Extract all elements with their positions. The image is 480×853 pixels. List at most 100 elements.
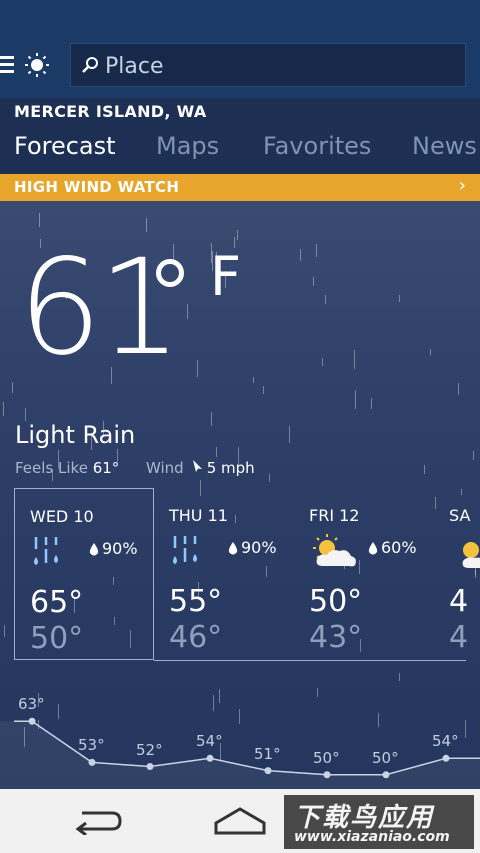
drop-icon (228, 541, 238, 554)
temperature-point-label: 54° (196, 732, 223, 751)
temperature-area (0, 721, 480, 789)
rain-streak (197, 360, 198, 377)
rain-streak (325, 295, 326, 304)
sun-icon[interactable] (24, 52, 50, 78)
temperature-point (264, 767, 272, 775)
menu-icon[interactable] (0, 56, 14, 74)
precip-chance: 90% (89, 539, 138, 558)
current-condition: Light Rain (15, 421, 136, 449)
high-temp: 65° (30, 585, 84, 620)
day-name: FRI 12 (309, 506, 360, 525)
rain-streak (25, 408, 26, 421)
hourly-temperature-graph: 63° 53° 52° 54° 51° 50° 50° 54° (0, 673, 480, 789)
low-temp: 43° (309, 620, 363, 655)
tab-bar: Forecast Maps Favorites News (14, 132, 480, 168)
tab-favorites[interactable]: Favorites (263, 132, 371, 160)
precip-chance: 60% (368, 538, 417, 557)
tab-maps[interactable]: Maps (156, 132, 219, 160)
rain-streak (354, 350, 355, 369)
day-name: THU 11 (169, 506, 228, 525)
alert-text: HIGH WIND WATCH (14, 178, 180, 196)
rain-streak (300, 249, 301, 261)
day-name: SA (449, 506, 471, 525)
daily-forecast: WED 10 90% 65° 50° THU 11 90% 55° 46° FR… (14, 488, 480, 663)
low-temp: 4 (449, 620, 469, 655)
temperature-point (323, 771, 331, 779)
temperature-point-label: 51° (254, 744, 281, 763)
forecast-panel: 61 F Light Rain Feels Like 61° Wind 5 mph… (0, 201, 480, 789)
rain-streak (12, 382, 13, 393)
temperature-point (28, 717, 36, 725)
temperature-line-chart (0, 717, 480, 789)
rain-streak (289, 426, 290, 443)
forecast-day-wed[interactable]: WED 10 90% 65° 50° (14, 488, 154, 660)
forecast-divider (154, 660, 466, 661)
search-box[interactable] (70, 43, 466, 87)
rain-streak (322, 358, 323, 366)
temperature-point (206, 754, 214, 762)
degree-symbol (156, 259, 184, 287)
tab-forecast[interactable]: Forecast (14, 132, 116, 160)
home-icon[interactable] (212, 805, 268, 835)
rain-streak (253, 377, 254, 383)
temperature-point (442, 754, 450, 762)
drop-icon (368, 541, 378, 554)
back-icon[interactable] (72, 807, 122, 835)
low-temp: 46° (169, 620, 223, 655)
rain-streak (263, 386, 264, 394)
chevron-right-icon: › (458, 175, 466, 196)
rain-streak (211, 412, 212, 426)
system-nav-bar: 下载鸟应用 www.xiazaniao.com (0, 789, 480, 853)
rain-streak (3, 402, 4, 416)
rain-streak (458, 383, 459, 395)
wind: Wind 5 mph (146, 459, 255, 477)
temperature-point (88, 758, 96, 766)
current-temperature: 61 (18, 231, 182, 385)
temperature-point-label: 52° (136, 740, 163, 759)
drop-icon (89, 542, 99, 555)
forecast-day-fri[interactable]: FRI 12 60% 50° 43° (294, 488, 434, 660)
search-icon (82, 57, 98, 73)
rain-streak (473, 451, 474, 460)
watermark-url: www.xiazaniao.com (294, 829, 450, 845)
high-temp: 55° (169, 584, 223, 619)
temperature-point-label: 53° (78, 736, 105, 755)
wind-direction-icon (192, 460, 202, 472)
rain-streak (237, 230, 238, 240)
temperature-point-label: 54° (432, 732, 459, 751)
feels-like-value: 61° (92, 459, 120, 477)
watermark-logo: 下载鸟应用 www.xiazaniao.com (284, 795, 474, 849)
temperature-unit: F (210, 245, 242, 308)
search-input[interactable] (103, 50, 457, 82)
sun-icon (462, 542, 480, 568)
rain-streak (430, 349, 431, 355)
wind-value: 5 mph (206, 459, 255, 477)
rain-streak (313, 277, 314, 286)
location-name: MERCER ISLAND, WA (14, 102, 207, 121)
rain-streak (4, 625, 5, 637)
rain-streak (187, 304, 188, 319)
partly-cloudy-icon (313, 534, 356, 567)
temperature-point-label: 50° (372, 748, 399, 767)
high-temp: 4 (449, 584, 469, 619)
feels-like: Feels Like 61° (15, 459, 119, 477)
rain-icon (34, 537, 58, 565)
forecast-day-sat[interactable]: SA 4 4 (434, 488, 480, 660)
rain-streak (355, 390, 356, 409)
rain-streak (269, 474, 270, 482)
day-name: WED 10 (30, 507, 94, 526)
weather-alert-banner[interactable]: HIGH WIND WATCH › (0, 174, 480, 201)
rain-streak (39, 213, 40, 227)
app-header: MERCER ISLAND, WA (0, 0, 480, 121)
rain-streak (316, 244, 317, 257)
tab-news[interactable]: News (412, 132, 477, 160)
rain-streak (424, 465, 425, 474)
rain-streak (371, 398, 372, 409)
feels-like-label: Feels Like (15, 459, 88, 477)
precip-chance: 90% (228, 538, 277, 557)
temperature-point (382, 771, 390, 779)
rain-streak (216, 447, 217, 457)
rain-streak (399, 295, 400, 302)
forecast-day-thu[interactable]: THU 11 90% 55° 46° (154, 488, 294, 660)
temperature-point-label: 50° (313, 748, 340, 767)
